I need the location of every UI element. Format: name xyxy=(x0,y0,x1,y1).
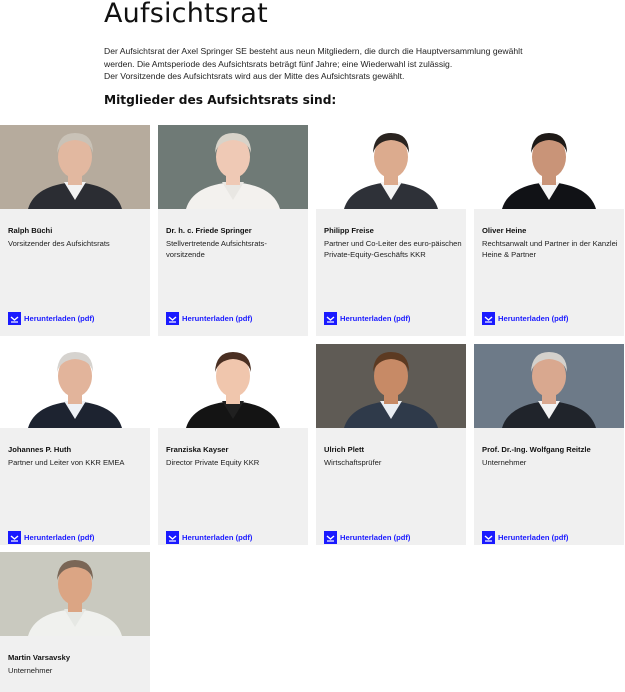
member-role: Partner und Leiter von KKR EMEA xyxy=(8,458,125,467)
download-icon xyxy=(8,312,21,325)
download-pdf-link[interactable]: Herunterladen (pdf) xyxy=(166,312,252,325)
member-card: Franziska Kayser Director Private Equity… xyxy=(158,344,308,545)
member-card: Johannes P. Huth Partner und Leiter von … xyxy=(0,344,150,545)
download-label: Herunterladen (pdf) xyxy=(340,533,411,542)
page-title: Aufsichtsrat xyxy=(104,0,268,29)
download-pdf-link[interactable]: Herunterladen (pdf) xyxy=(482,531,568,544)
download-label: Herunterladen (pdf) xyxy=(498,314,569,323)
download-label: Herunterladen (pdf) xyxy=(340,314,411,323)
member-photo xyxy=(0,125,150,209)
download-pdf-link[interactable]: Herunterladen (pdf) xyxy=(166,531,252,544)
member-photo xyxy=(158,125,308,209)
member-name: Martin Varsavsky xyxy=(8,653,71,662)
member-photo xyxy=(0,344,150,428)
intro-text: Der Aufsichtsrat der Axel Springer SE be… xyxy=(104,45,534,83)
member-photo xyxy=(474,344,624,428)
member-name: Johannes P. Huth xyxy=(8,445,72,454)
download-pdf-link[interactable]: Herunterladen (pdf) xyxy=(324,531,410,544)
member-card: Martin Varsavsky Unternehmer xyxy=(0,552,150,692)
member-role: Vorsitzender des Aufsichtsrats xyxy=(8,239,110,248)
member-role: Stellvertretende Aufsichtsrats-vorsitzen… xyxy=(166,239,267,260)
members-heading: Mitglieder des Aufsichtsrats sind: xyxy=(104,93,337,107)
download-label: Herunterladen (pdf) xyxy=(182,314,253,323)
download-label: Herunterladen (pdf) xyxy=(182,533,253,542)
download-icon xyxy=(324,312,337,325)
member-card: Dr. h. c. Friede Springer Stellvertreten… xyxy=(158,125,308,336)
download-pdf-link[interactable]: Herunterladen (pdf) xyxy=(8,531,94,544)
member-role: Unternehmer xyxy=(8,666,53,675)
member-name: Oliver Heine xyxy=(482,226,527,235)
member-card: Ralph Büchi Vorsitzender des Aufsichtsra… xyxy=(0,125,150,336)
intro-paragraph-2: Der Vorsitzende des Aufsichtsrats wird a… xyxy=(104,71,405,82)
member-photo xyxy=(474,125,624,209)
member-role: Rechtsanwalt und Partner in der Kanzlei … xyxy=(482,239,618,260)
member-photo xyxy=(316,125,466,209)
download-label: Herunterladen (pdf) xyxy=(498,533,569,542)
download-icon xyxy=(166,312,179,325)
member-name: Ulrich Plett xyxy=(324,445,365,454)
member-card: Oliver Heine Rechtsanwalt und Partner in… xyxy=(474,125,624,336)
member-photo xyxy=(316,344,466,428)
download-icon xyxy=(324,531,337,544)
member-role: Unternehmer xyxy=(482,458,527,467)
download-icon xyxy=(166,531,179,544)
member-role: Wirtschaftsprüfer xyxy=(324,458,382,467)
member-name: Prof. Dr.-Ing. Wolfgang Reitzle xyxy=(482,445,591,454)
download-pdf-link[interactable]: Herunterladen (pdf) xyxy=(8,312,94,325)
intro-paragraph-1: Der Aufsichtsrat der Axel Springer SE be… xyxy=(104,46,523,69)
download-pdf-link[interactable]: Herunterladen (pdf) xyxy=(324,312,410,325)
member-card: Prof. Dr.-Ing. Wolfgang Reitzle Unterneh… xyxy=(474,344,624,545)
member-card: Philipp Freise Partner und Co-Leiter des… xyxy=(316,125,466,336)
download-pdf-link[interactable]: Herunterladen (pdf) xyxy=(482,312,568,325)
download-label: Herunterladen (pdf) xyxy=(24,533,95,542)
download-icon xyxy=(482,312,495,325)
member-card: Ulrich Plett Wirtschaftsprüfer Herunterl… xyxy=(316,344,466,545)
download-icon xyxy=(8,531,21,544)
download-label: Herunterladen (pdf) xyxy=(24,314,95,323)
member-photo xyxy=(158,344,308,428)
member-photo xyxy=(0,552,150,636)
member-name: Ralph Büchi xyxy=(8,226,53,235)
member-role: Partner und Co-Leiter des euro-päischen … xyxy=(324,239,462,260)
member-name: Franziska Kayser xyxy=(166,445,229,454)
member-name: Dr. h. c. Friede Springer xyxy=(166,226,252,235)
member-role: Director Private Equity KKR xyxy=(166,458,260,467)
download-icon xyxy=(482,531,495,544)
member-name: Philipp Freise xyxy=(324,226,374,235)
